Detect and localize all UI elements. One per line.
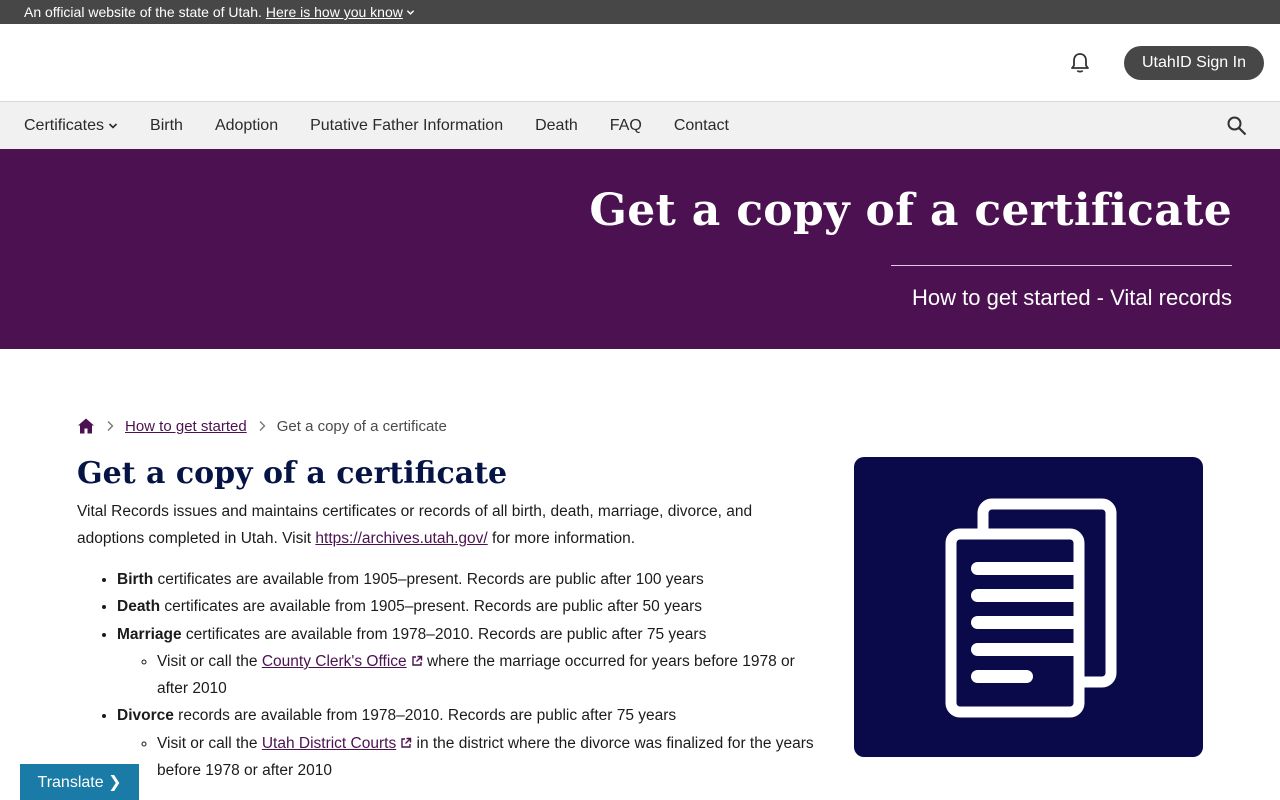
documents-icon <box>945 498 1116 718</box>
bell-icon[interactable] <box>1068 51 1092 75</box>
nav-item-label: Certificates <box>24 116 105 134</box>
chevron-down-icon <box>406 9 415 15</box>
translate-button[interactable]: Translate ❯ <box>20 764 139 800</box>
page-title: Get a copy of a certificate <box>77 456 508 491</box>
list-item: Death certificates are available from 19… <box>117 593 817 620</box>
record-text: certificates are available from 1905–pre… <box>153 571 704 588</box>
nav-item-death[interactable]: Death <box>535 117 578 135</box>
district-courts-link[interactable]: Utah District Courts <box>262 735 412 752</box>
hero-divider <box>891 265 1232 266</box>
chevron-right-icon <box>259 421 266 431</box>
record-text: records are available from 1978–2010. Re… <box>173 707 677 725</box>
hero-title: Get a copy of a certificate <box>589 185 1232 236</box>
site-header: UtahID Sign In <box>0 24 1280 102</box>
intro-text-end: for more information. <box>487 530 636 547</box>
record-type: Death <box>117 598 161 616</box>
sub-text: Visit or call the <box>157 734 262 752</box>
breadcrumb-link-how-to-get-started[interactable]: How to get started <box>125 418 247 435</box>
intro-paragraph: Vital Records issues and maintains certi… <box>77 498 817 552</box>
feature-card <box>854 457 1203 757</box>
official-banner: An official website of the state of Utah… <box>0 0 1280 24</box>
hero-banner: Get a copy of a certificate How to get s… <box>0 149 1280 349</box>
records-list: Birth certificates are available from 19… <box>77 566 817 784</box>
hero-subtitle: How to get started - Vital records <box>912 285 1232 310</box>
list-item: Divorce records are available from 1978–… <box>117 702 817 784</box>
nav-item-contact[interactable]: Contact <box>674 117 729 135</box>
sub-list-item: Visit or call the Utah District Courts i… <box>157 730 817 785</box>
search-icon[interactable] <box>1226 115 1248 137</box>
how-you-know-link[interactable]: Here is how you know <box>266 0 415 24</box>
sub-list: Visit or call the Utah District Courts i… <box>117 730 817 785</box>
official-banner-text: An official website of the state of Utah… <box>24 4 262 20</box>
record-type: Birth <box>117 571 154 588</box>
how-you-know-label: Here is how you know <box>265 4 403 20</box>
sub-list-item: Visit or call the County Clerk's Office … <box>157 648 817 703</box>
nav-item-adoption[interactable]: Adoption <box>215 117 278 135</box>
main-content: How to get started Get a copy of a certi… <box>77 414 817 784</box>
district-courts-label: Utah District Courts <box>261 734 397 752</box>
main-nav: Certificates Birth Adoption Putative Fat… <box>0 102 1280 149</box>
archives-link[interactable]: https://archives.utah.gov/ <box>315 530 487 547</box>
chevron-right-icon <box>107 421 114 431</box>
sub-text: Visit or call the <box>157 652 262 670</box>
chevron-down-icon <box>108 122 118 129</box>
breadcrumb: How to get started Get a copy of a certi… <box>77 414 817 438</box>
utahid-signin-button[interactable]: UtahID Sign In <box>1123 45 1264 80</box>
nav-item-faq[interactable]: FAQ <box>610 117 642 135</box>
county-clerk-label: County Clerk's Office <box>261 652 407 670</box>
external-link-icon <box>411 655 422 666</box>
county-clerk-link[interactable]: County Clerk's Office <box>262 653 423 670</box>
record-type: Divorce <box>117 707 174 725</box>
record-text: certificates are available from 1978–201… <box>181 625 707 643</box>
sub-list: Visit or call the County Clerk's Office … <box>117 648 817 703</box>
home-icon[interactable] <box>77 417 95 435</box>
record-text: certificates are available from 1905–pre… <box>160 598 702 616</box>
breadcrumb-current: Get a copy of a certificate <box>276 417 447 435</box>
record-type: Marriage <box>117 625 182 643</box>
nav-item-birth[interactable]: Birth <box>150 117 183 135</box>
nav-item-certificates[interactable]: Certificates <box>24 117 118 135</box>
external-link-icon <box>401 737 412 748</box>
list-item: Birth certificates are available from 19… <box>117 566 817 593</box>
nav-item-putative-father[interactable]: Putative Father Information <box>310 117 503 135</box>
list-item: Marriage certificates are available from… <box>117 621 817 703</box>
